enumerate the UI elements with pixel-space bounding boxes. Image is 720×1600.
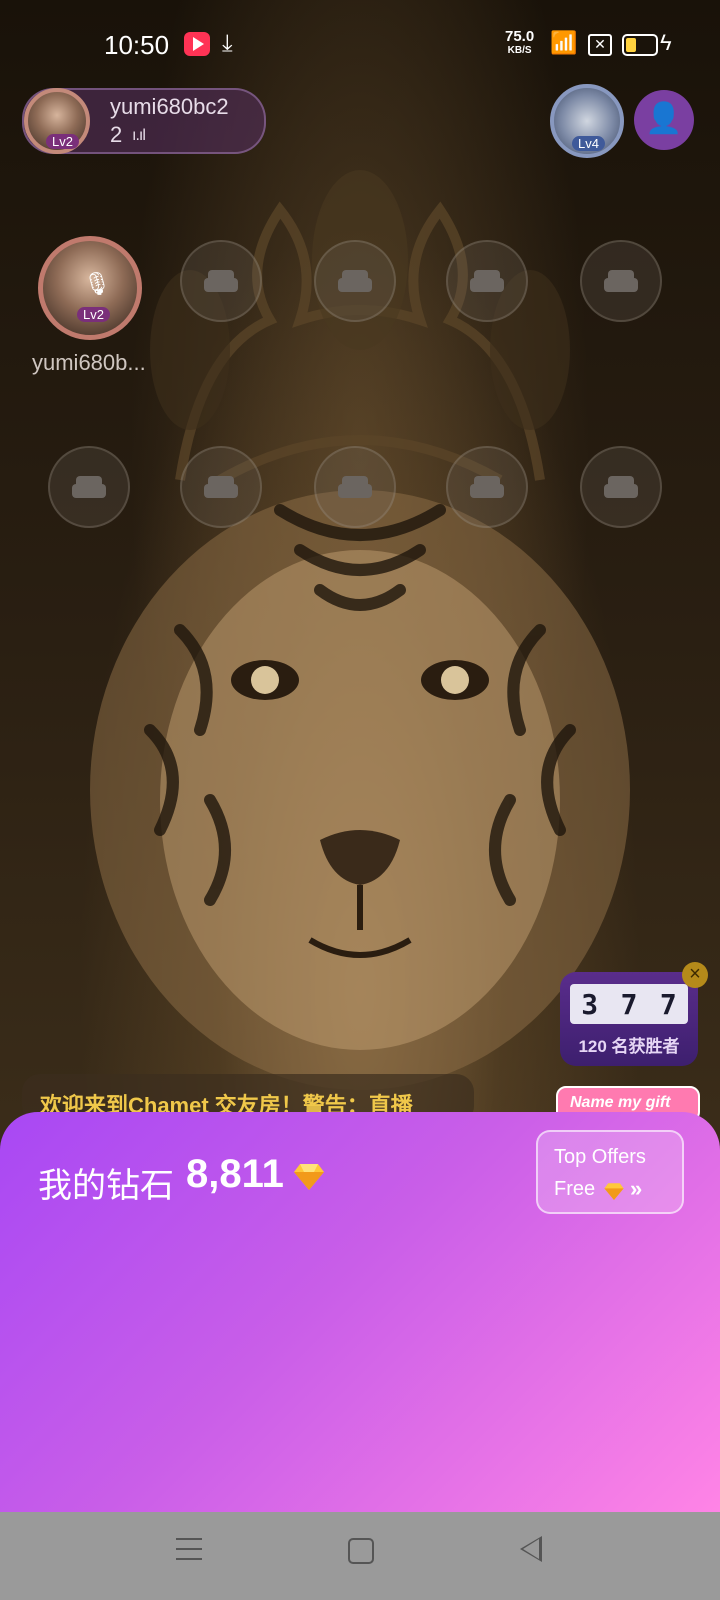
status-time: 10:50: [104, 30, 170, 60]
sofa-icon: [604, 270, 638, 292]
counter-digit: 7: [620, 987, 638, 1021]
empty-seat[interactable]: [446, 240, 528, 322]
diamond-icon: [294, 1164, 324, 1190]
sofa-icon: [204, 476, 238, 498]
sofa-icon: [470, 476, 504, 498]
system-navigation-bar: [0, 1512, 720, 1600]
empty-seat[interactable]: [48, 446, 130, 528]
seat-occupied-avatar[interactable]: Lv2 🎙: [38, 236, 142, 340]
host-name: yumi680bc2: [110, 94, 229, 119]
contributor-level-badge: Lv4: [572, 136, 605, 151]
wifi-icon: 📶: [550, 30, 578, 55]
audience-count: 2: [110, 122, 123, 147]
empty-seat[interactable]: [314, 240, 396, 322]
download-icon: ⤓: [222, 30, 233, 57]
network-speed: 75.0 KB/S: [505, 28, 535, 58]
sofa-icon: [604, 476, 638, 498]
seat-level-badge: Lv2: [77, 307, 110, 322]
double-chevron-right-icon: »: [630, 1176, 643, 1201]
empty-seat[interactable]: [314, 446, 396, 528]
sofa-icon: [338, 476, 372, 498]
counter-digit: 3: [581, 987, 599, 1021]
sofa-icon: [72, 476, 106, 498]
lucky-draw-widget[interactable]: 3 7 7 120 名获胜者: [560, 972, 698, 1066]
my-diamonds-panel: 我的钻石 8,811 Top Offers Free »: [0, 1112, 720, 1512]
signal-bars-icon: ı.ıl: [132, 127, 146, 144]
empty-seat[interactable]: [580, 240, 662, 322]
close-icon[interactable]: ×: [682, 962, 708, 988]
host-info-pill[interactable]: Lv2 yumi680bc2 2 ı.ıl: [22, 88, 266, 154]
empty-seat[interactable]: [180, 446, 262, 528]
name-my-gift-label: Name my gift: [570, 1094, 671, 1111]
no-sim-icon: ✕: [588, 34, 612, 56]
empty-seat[interactable]: [180, 240, 262, 322]
host-level-badge: Lv2: [46, 134, 79, 149]
battery-icon: [622, 34, 658, 56]
diamond-small-icon: [604, 1183, 624, 1200]
sofa-icon: [470, 270, 504, 292]
diamond-balance: 8,811: [186, 1152, 284, 1196]
my-diamonds-label: 我的钻石: [38, 1167, 174, 1205]
microphone-icon: 🎙: [83, 271, 111, 296]
empty-seat[interactable]: [446, 446, 528, 528]
home-icon[interactable]: [348, 1538, 374, 1564]
empty-seat[interactable]: [580, 446, 662, 528]
top-offers-button[interactable]: Top Offers Free »: [536, 1130, 684, 1214]
lucky-draw-counter: 3 7 7: [570, 984, 688, 1024]
status-bar: 10:50 ⤓ 75.0 KB/S 📶 ✕ ϟ: [0, 0, 720, 90]
top-offers-free: Free: [554, 1178, 596, 1200]
charging-icon: ϟ: [660, 30, 672, 55]
back-icon[interactable]: [520, 1536, 542, 1562]
counter-digit: 7: [659, 987, 677, 1021]
sofa-icon: [338, 270, 372, 292]
menu-icon[interactable]: [176, 1538, 202, 1560]
top-contributor-badge[interactable]: Lv4: [550, 84, 624, 158]
online-users-icon[interactable]: 👤: [634, 90, 694, 150]
video-app-icon: [184, 32, 210, 56]
top-offers-title: Top Offers: [554, 1146, 646, 1168]
sofa-icon: [204, 270, 238, 292]
winners-count: 120 名获胜者: [578, 1037, 680, 1056]
seat-occupant-name: yumi680b...: [32, 350, 146, 375]
network-speed-value: 75.0: [505, 28, 535, 45]
network-speed-unit: KB/S: [507, 45, 532, 56]
